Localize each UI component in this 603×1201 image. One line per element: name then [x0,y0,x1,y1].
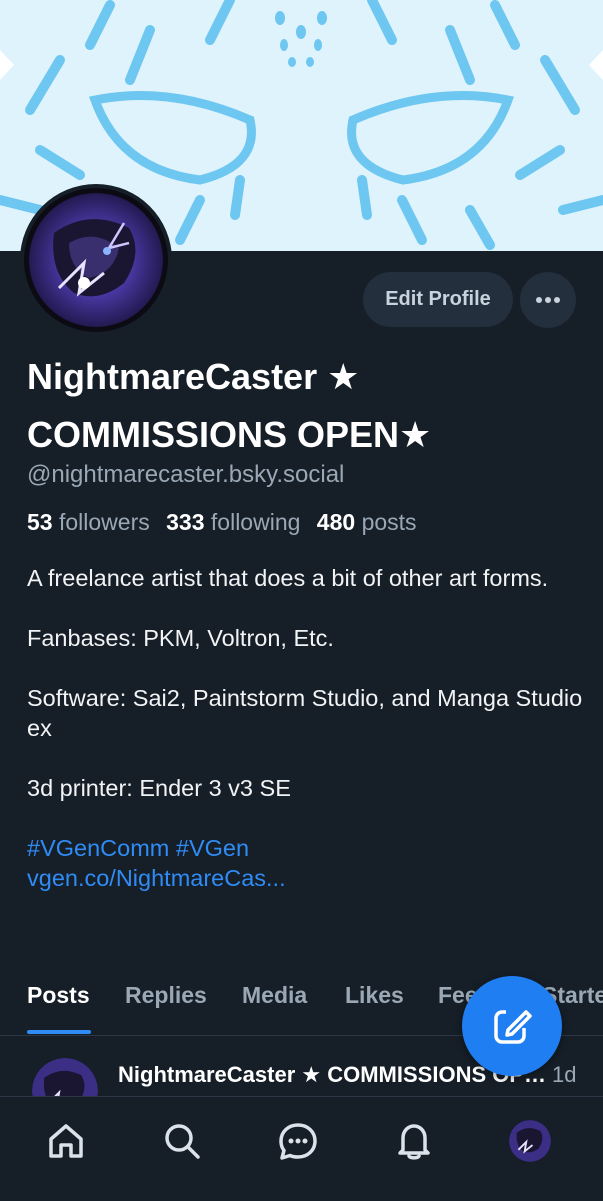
bio-line: Software: Sai2, Paintstorm Studio, and M… [27,685,583,741]
bio-line: 3d printer: Ender 3 v3 SE [27,775,291,801]
edit-profile-button[interactable]: Edit Profile [363,272,513,327]
nav-profile[interactable] [508,1119,552,1163]
profile-display-name: NightmareCaster ★ COMMISSIONS OPEN★ [27,356,432,455]
profile-stats: 53 followers 333 following 480 posts [27,509,417,536]
bio-hashtags[interactable]: #VGenComm #VGen [27,833,587,863]
home-icon [49,1124,83,1158]
nav-home[interactable] [44,1119,88,1163]
nav-notifications[interactable] [392,1119,436,1163]
bell-icon [398,1124,430,1160]
nav-chat[interactable] [276,1119,320,1163]
chat-icon [279,1123,317,1160]
banner-left-arrow-icon [0,50,14,80]
compose-post-button[interactable] [462,976,562,1076]
post-timestamp: 1d [552,1062,577,1087]
profile-bio: A freelance artist that does a bit of ot… [27,563,587,893]
bio-link[interactable]: vgen.co/NightmareCas... [27,863,587,893]
nav-profile-avatar [509,1120,551,1162]
more-horizontal-icon [536,297,560,303]
banner-right-arrow-icon [589,50,603,80]
bio-line: Fanbases: PKM, Voltron, Etc. [27,625,334,651]
compose-icon [494,1006,532,1044]
more-options-button[interactable] [520,272,576,328]
search-icon [165,1124,200,1159]
post-author-avatar[interactable] [32,1058,98,1096]
profile-avatar[interactable] [20,184,172,336]
bio-line: A freelance artist that does a bit of ot… [27,565,549,591]
following-stat[interactable]: 333 following [166,509,300,535]
profile-handle: @nightmarecaster.bsky.social [27,461,345,488]
bottom-navigation [0,1096,603,1201]
avatar-image [29,193,163,327]
tab-posts[interactable]: Posts [27,982,90,1009]
posts-stat: 480 posts [316,509,417,535]
tab-media[interactable]: Media [242,982,307,1009]
nav-search[interactable] [160,1119,204,1163]
tab-likes[interactable]: Likes [345,982,404,1009]
active-tab-indicator [27,1030,91,1034]
tab-replies[interactable]: Replies [125,982,207,1009]
followers-stat[interactable]: 53 followers [27,509,150,535]
